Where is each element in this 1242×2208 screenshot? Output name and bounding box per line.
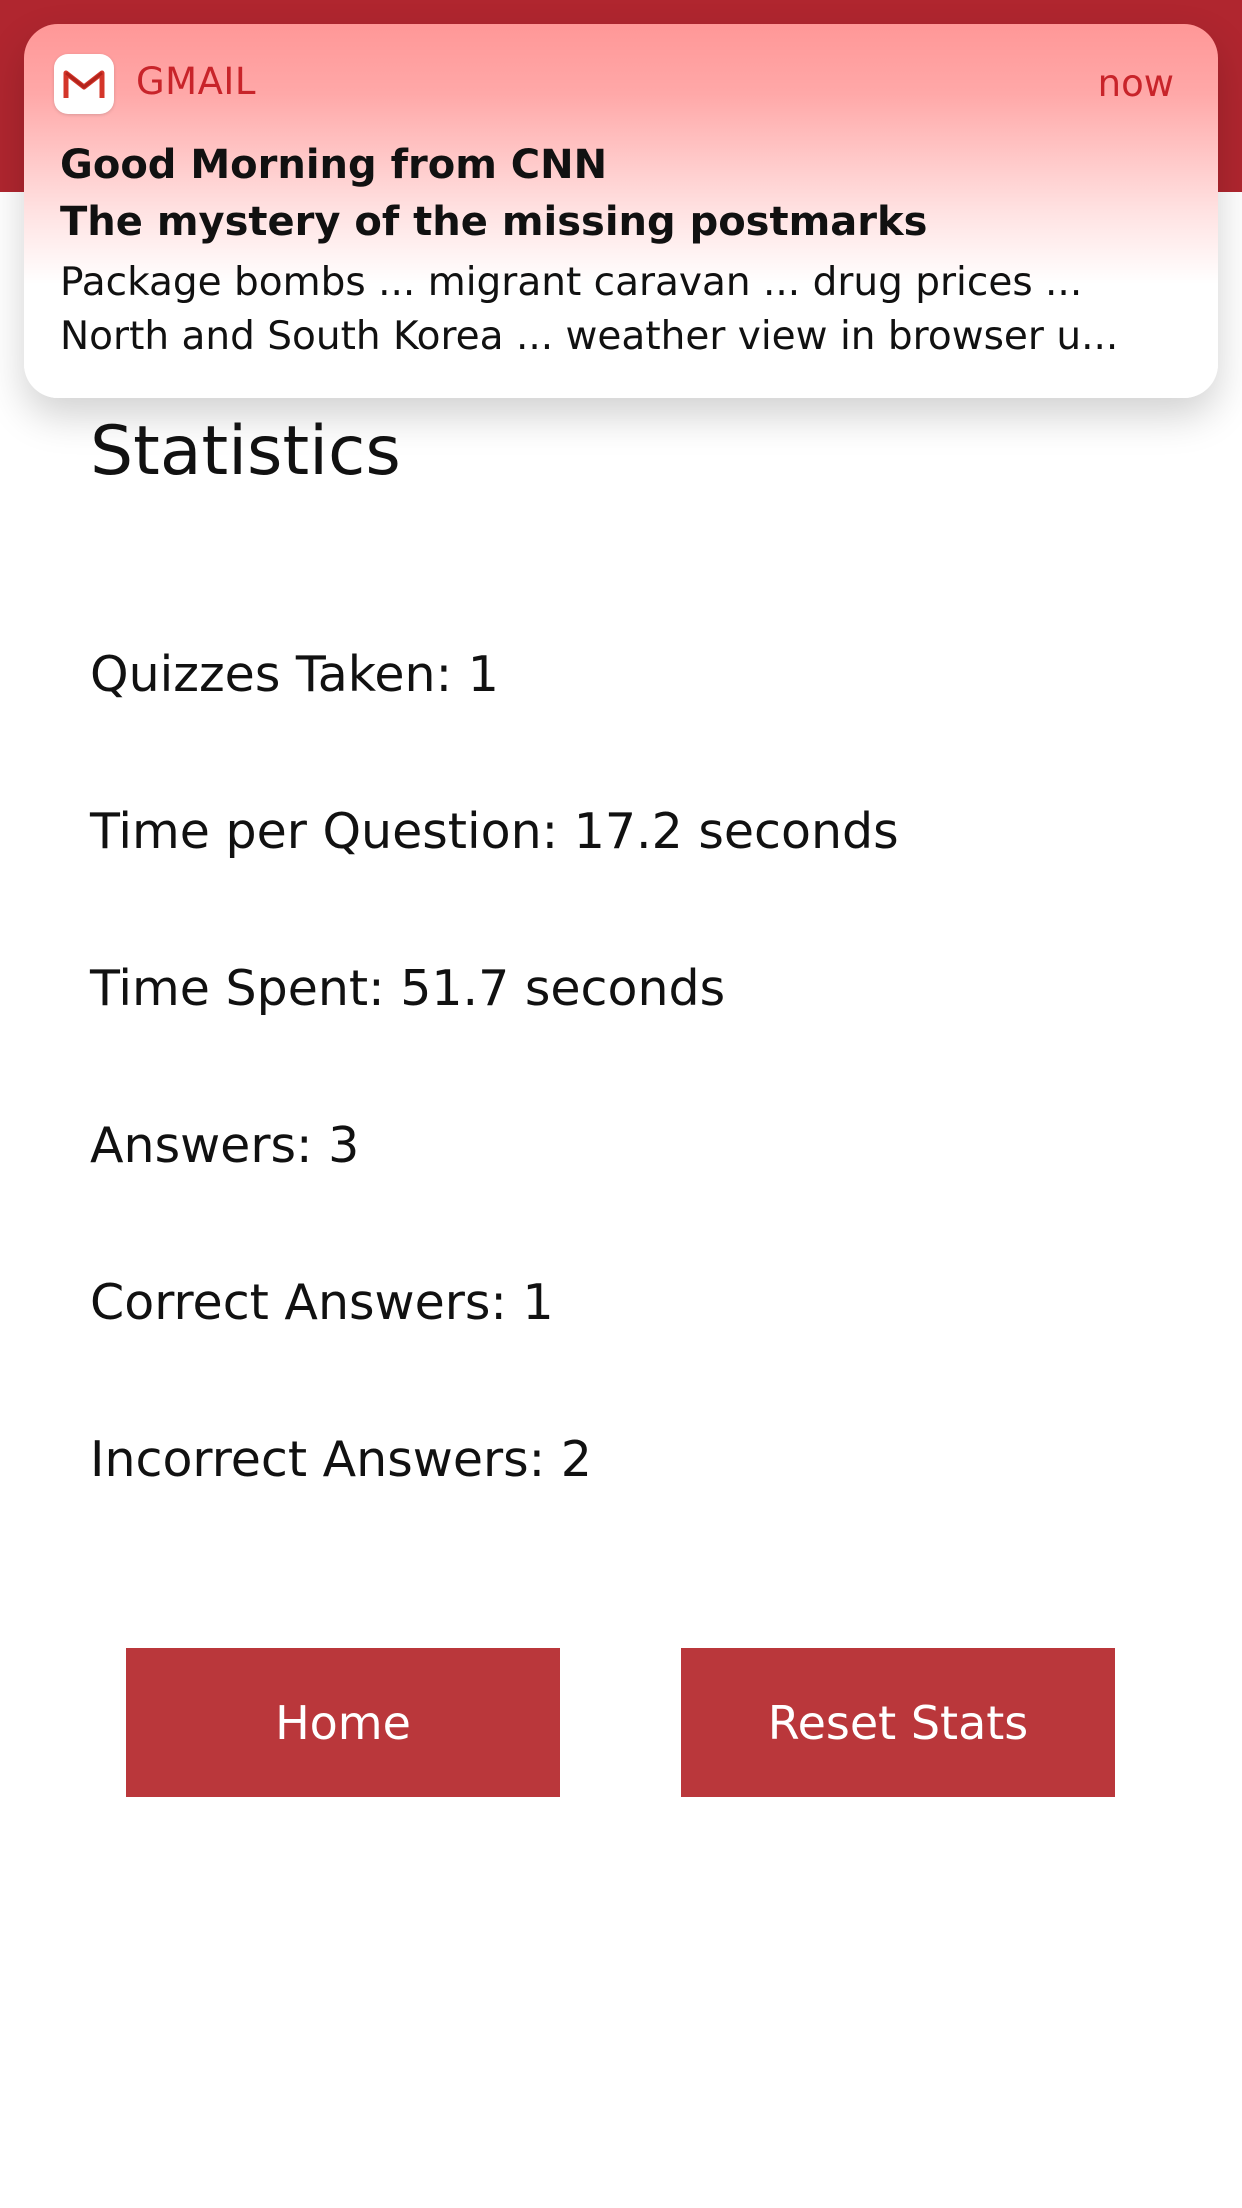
stat-correct-answers: Correct Answers: 1	[90, 1274, 554, 1331]
stat-answers: Answers: 3	[90, 1117, 360, 1174]
notification-subtitle: The mystery of the missing postmarks	[60, 199, 928, 245]
stat-quizzes-taken: Quizzes Taken: 1	[90, 646, 499, 703]
gmail-icon	[54, 54, 114, 114]
notification-title: Good Morning from CNN	[60, 142, 608, 188]
notification-time: now	[1097, 62, 1174, 105]
notification-body: Package bombs ... migrant caravan ... dr…	[60, 256, 1190, 364]
gmail-notification-banner[interactable]: GMAIL now Good Morning from CNN The myst…	[24, 24, 1218, 398]
page-title: Statistics	[90, 412, 401, 491]
reset-stats-button[interactable]: Reset Stats	[681, 1648, 1115, 1797]
stat-time-spent: Time Spent: 51.7 seconds	[90, 960, 726, 1017]
reset-stats-button-label: Reset Stats	[767, 1695, 1029, 1750]
home-button-label: Home	[275, 1695, 411, 1750]
stat-incorrect-answers: Incorrect Answers: 2	[90, 1431, 592, 1488]
notification-app-name: GMAIL	[136, 60, 256, 103]
notification-body-line: Package bombs ... migrant caravan ... dr…	[60, 260, 1083, 305]
notification-body-line: North and South Korea ... weather view i…	[60, 314, 1119, 359]
home-button[interactable]: Home	[126, 1648, 560, 1797]
stat-time-per-question: Time per Question: 17.2 seconds	[90, 803, 899, 860]
